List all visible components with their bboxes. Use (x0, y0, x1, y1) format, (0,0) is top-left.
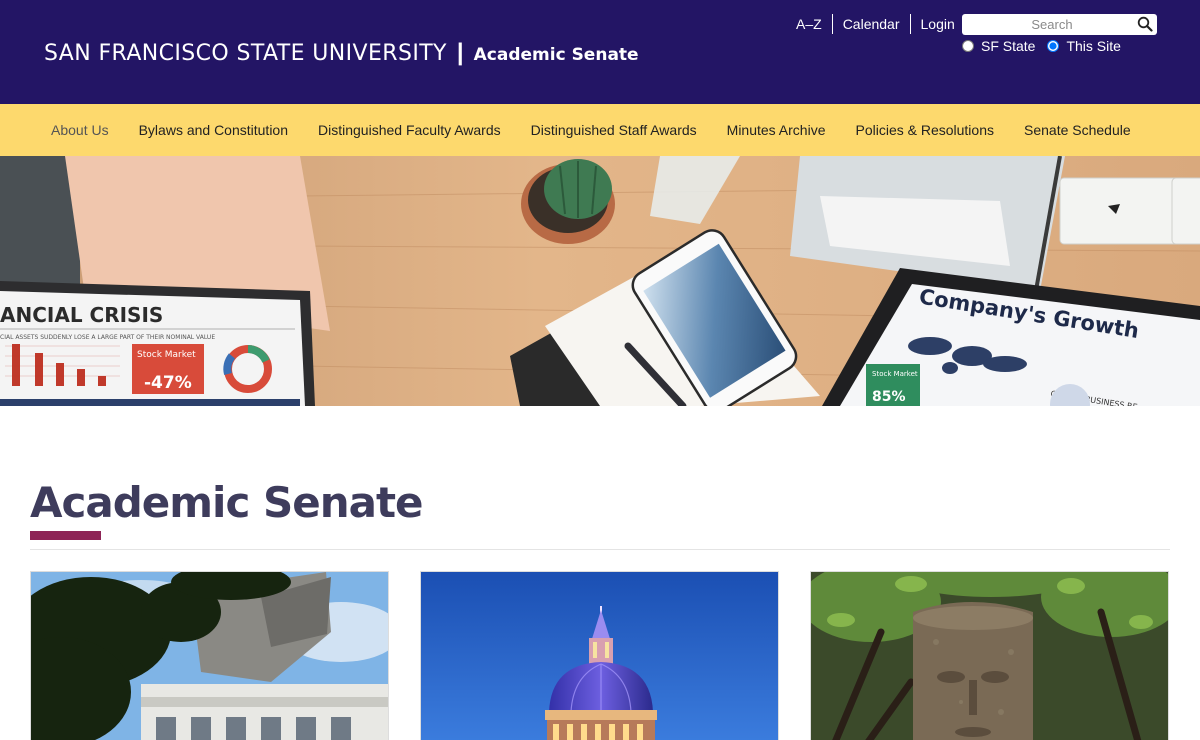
search-input[interactable] (962, 15, 1132, 34)
main-nav: About Us Bylaws and Constitution Disting… (0, 104, 1200, 156)
stone-sculpture-image (811, 572, 1168, 740)
nav-item-faculty-awards[interactable]: Distinguished Faculty Awards (303, 122, 516, 138)
scope-sf-state-label: SF State (981, 38, 1036, 54)
laptop-headline: ANCIAL CRISIS (0, 303, 163, 327)
laptop-stock-label: Stock Market (137, 350, 196, 360)
search-icon[interactable] (1137, 16, 1153, 32)
scope-this-site-radio[interactable] (1047, 40, 1060, 52)
site-header: SAN FRANCISCO STATE UNIVERSITY | Academi… (0, 0, 1200, 104)
laptop-subline: CIAL ASSETS SUDDENLY LOSE A LARGE PART O… (0, 334, 215, 341)
search-box (962, 14, 1157, 35)
nav-item-senate-schedule[interactable]: Senate Schedule (1009, 122, 1146, 138)
nav-item-bylaws[interactable]: Bylaws and Constitution (124, 122, 303, 138)
tablet-stock-value: 85% (872, 389, 906, 405)
scope-this-site[interactable]: This Site (1047, 38, 1121, 54)
feature-card-campus[interactable] (30, 571, 389, 740)
laptop-stock-value: -47% (144, 373, 192, 393)
site-name-link[interactable]: Academic Senate (474, 45, 639, 65)
search-scope: SF State This Site (962, 38, 1133, 54)
nav-item-staff-awards[interactable]: Distinguished Staff Awards (516, 122, 712, 138)
scope-sf-state[interactable]: SF State (962, 38, 1035, 54)
feature-card-sculpture[interactable] (810, 571, 1169, 740)
utility-links: A–Z Calendar Login (786, 14, 955, 34)
title-accent-bar (30, 531, 101, 540)
hero-banner: ANCIAL CRISIS CIAL ASSETS SUDDENLY LOSE … (0, 156, 1200, 406)
campus-building-image (31, 572, 388, 740)
university-name-link[interactable]: SAN FRANCISCO STATE UNIVERSITY (44, 41, 447, 66)
page-title: Academic Senate (30, 478, 424, 527)
nav-item-about-us[interactable]: About Us (36, 122, 124, 138)
calendar-link[interactable]: Calendar (831, 14, 910, 34)
scope-sf-state-radio[interactable] (962, 40, 974, 52)
tablet-stock-label: Stock Market (872, 370, 918, 378)
city-hall-dome-image (421, 572, 778, 740)
nav-item-minutes-archive[interactable]: Minutes Archive (712, 122, 841, 138)
brand-separator: | (456, 39, 464, 66)
nav-item-policies[interactable]: Policies & Resolutions (840, 122, 1009, 138)
a-z-link[interactable]: A–Z (786, 14, 832, 34)
site-brand: SAN FRANCISCO STATE UNIVERSITY | Academi… (44, 36, 639, 70)
feature-card-city-hall[interactable] (420, 571, 779, 740)
title-divider (30, 549, 1170, 550)
login-link[interactable]: Login (909, 14, 955, 34)
hero-desk-image: ANCIAL CRISIS CIAL ASSETS SUDDENLY LOSE … (0, 156, 1200, 406)
scope-this-site-label: This Site (1066, 38, 1121, 54)
